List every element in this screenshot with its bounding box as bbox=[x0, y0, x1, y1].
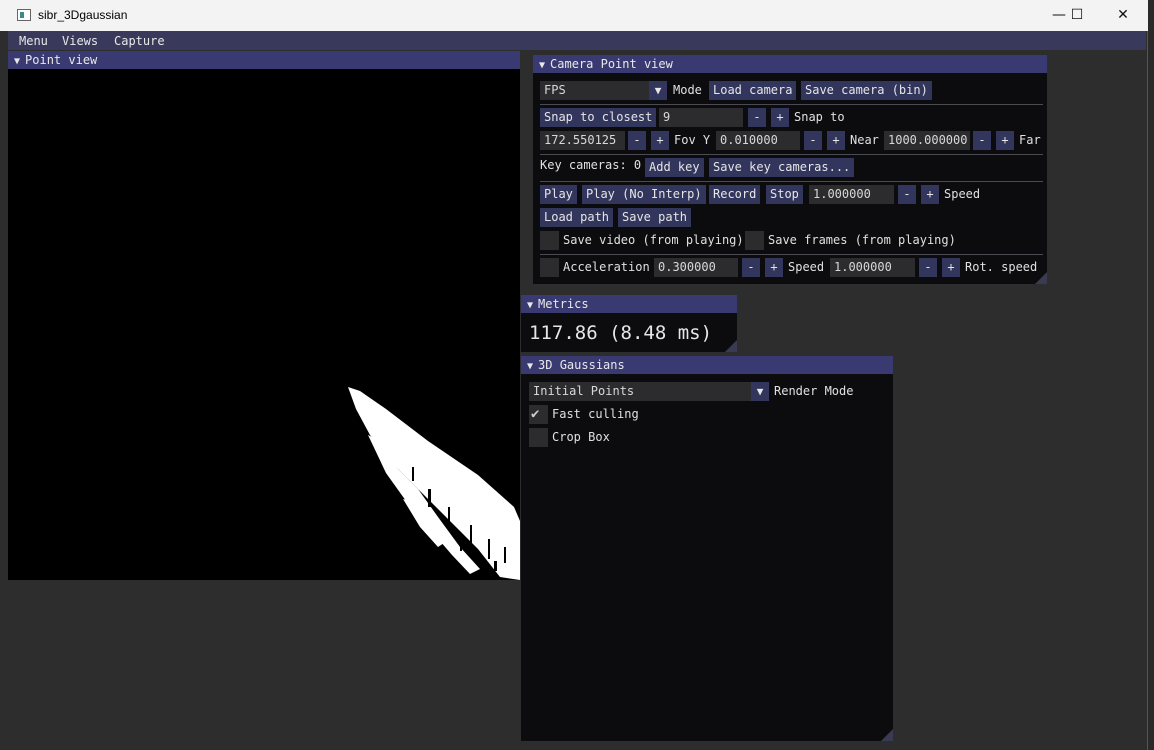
camera-mode-combo[interactable]: FPS bbox=[540, 81, 666, 100]
near-label: Near bbox=[850, 133, 879, 147]
fps-readout: 117.86 (8.48 ms) bbox=[529, 322, 713, 344]
near-decrement-button[interactable]: - bbox=[804, 131, 822, 150]
speed-label: Speed bbox=[944, 187, 981, 201]
collapse-triangle-icon[interactable]: ▼ bbox=[527, 358, 533, 376]
point-cloud-render[interactable] bbox=[8, 69, 520, 580]
crop-box-checkbox[interactable] bbox=[529, 428, 548, 447]
point-view-window: ▼ Point view bbox=[8, 51, 520, 580]
move-speed-label: Speed bbox=[788, 260, 825, 274]
camera-panel-title: Camera Point view bbox=[550, 57, 673, 71]
menu-item-views[interactable]: Views bbox=[62, 34, 98, 48]
acceleration-label: Acceleration bbox=[563, 260, 650, 274]
camera-panel: ▼ Camera Point view FPS ▼ Mode Load camer… bbox=[533, 55, 1047, 284]
metrics-title-bar[interactable]: ▼ Metrics bbox=[521, 295, 737, 313]
snap-decrement-button[interactable]: - bbox=[748, 108, 766, 127]
far-field[interactable]: 1000.000000 bbox=[884, 131, 970, 150]
close-button[interactable]: ✕ bbox=[1100, 0, 1146, 31]
app-window: sibr_3Dgaussian — ☐ ✕ Menu Views Capture… bbox=[0, 0, 1148, 750]
resize-grip[interactable] bbox=[1035, 272, 1047, 284]
play-no-interp-button[interactable]: Play (No Interp) bbox=[582, 185, 706, 204]
menu-item-menu[interactable]: Menu bbox=[19, 34, 48, 48]
save-video-checkbox[interactable] bbox=[540, 231, 559, 250]
menu-bar: Menu Views Capture bbox=[8, 31, 1146, 50]
key-cameras-label: Key cameras: 0 bbox=[540, 158, 642, 172]
collapse-triangle-icon[interactable]: ▼ bbox=[539, 57, 545, 75]
move-speed-decrement-button[interactable]: - bbox=[919, 258, 937, 277]
far-decrement-button[interactable]: - bbox=[973, 131, 991, 150]
load-camera-button[interactable]: Load camera bbox=[709, 81, 797, 100]
acceleration-increment-button[interactable]: + bbox=[765, 258, 783, 277]
app-icon bbox=[17, 9, 31, 21]
speed-increment-button[interactable]: + bbox=[921, 185, 939, 204]
snap-to-closest-button[interactable]: Snap to closest bbox=[540, 108, 657, 127]
acceleration-field[interactable]: 0.300000 bbox=[654, 258, 738, 277]
separator bbox=[540, 181, 1043, 182]
separator bbox=[540, 154, 1043, 155]
load-path-button[interactable]: Load path bbox=[540, 208, 614, 227]
metrics-panel: ▼ Metrics 117.86 (8.48 ms) bbox=[521, 295, 737, 352]
maximize-button[interactable]: ☐ bbox=[1054, 0, 1100, 31]
speed-decrement-button[interactable]: - bbox=[898, 185, 916, 204]
fov-label: Fov Y bbox=[674, 133, 711, 147]
check-mark-icon: ✔ bbox=[531, 406, 540, 422]
resize-grip[interactable] bbox=[881, 729, 893, 741]
menu-item-capture[interactable]: Capture bbox=[114, 34, 165, 48]
near-field[interactable]: 0.010000 bbox=[716, 131, 800, 150]
stop-button[interactable]: Stop bbox=[766, 185, 803, 204]
separator bbox=[540, 104, 1043, 105]
camera-panel-title-bar[interactable]: ▼ Camera Point view bbox=[533, 55, 1047, 73]
snap-index-field[interactable]: 9 bbox=[659, 108, 743, 127]
gaussians-panel: ▼ 3D Gaussians Initial Points ▼ Render Mo… bbox=[521, 356, 893, 741]
fast-culling-label: Fast culling bbox=[552, 407, 639, 421]
empty-dock-area bbox=[8, 580, 520, 741]
fov-field[interactable]: 172.550125 bbox=[540, 131, 625, 150]
save-frames-label: Save frames (from playing) bbox=[768, 233, 956, 247]
fast-culling-checkbox[interactable]: ✔ bbox=[529, 405, 548, 424]
far-label: Far bbox=[1019, 133, 1041, 147]
metrics-title: Metrics bbox=[538, 297, 589, 311]
save-key-cameras-button[interactable]: Save key cameras... bbox=[709, 158, 855, 177]
record-button[interactable]: Record bbox=[709, 185, 761, 204]
window-title-bar[interactable]: sibr_3Dgaussian — ☐ ✕ bbox=[0, 0, 1148, 31]
point-view-title-bar[interactable]: ▼ Point view bbox=[8, 51, 520, 69]
render-mode-combo[interactable]: Initial Points bbox=[529, 382, 769, 401]
move-speed-field[interactable]: 1.000000 bbox=[830, 258, 915, 277]
save-camera-button[interactable]: Save camera (bin) bbox=[801, 81, 932, 100]
collapse-triangle-icon[interactable]: ▼ bbox=[527, 297, 533, 315]
save-path-button[interactable]: Save path bbox=[618, 208, 692, 227]
snap-increment-button[interactable]: + bbox=[771, 108, 789, 127]
snap-to-label: Snap to bbox=[794, 110, 845, 124]
rot-speed-label: Rot. speed bbox=[965, 260, 1038, 274]
add-key-button[interactable]: Add key bbox=[645, 158, 704, 177]
combo-arrow-icon[interactable]: ▼ bbox=[751, 382, 769, 401]
save-video-label: Save video (from playing) bbox=[563, 233, 744, 247]
near-increment-button[interactable]: + bbox=[827, 131, 845, 150]
resize-grip[interactable] bbox=[725, 340, 737, 352]
mode-label: Mode bbox=[673, 83, 702, 97]
gaussians-title: 3D Gaussians bbox=[538, 358, 625, 372]
fov-increment-button[interactable]: + bbox=[651, 131, 669, 150]
playback-speed-field[interactable]: 1.000000 bbox=[809, 185, 894, 204]
far-increment-button[interactable]: + bbox=[996, 131, 1014, 150]
gaussians-title-bar[interactable]: ▼ 3D Gaussians bbox=[521, 356, 893, 374]
move-speed-increment-button[interactable]: + bbox=[942, 258, 960, 277]
render-mode-label: Render Mode bbox=[774, 384, 854, 398]
combo-arrow-icon[interactable]: ▼ bbox=[649, 81, 667, 100]
window-title: sibr_3Dgaussian bbox=[38, 8, 128, 22]
fov-decrement-button[interactable]: - bbox=[628, 131, 646, 150]
acceleration-checkbox[interactable] bbox=[540, 258, 559, 277]
save-frames-checkbox[interactable] bbox=[745, 231, 764, 250]
separator bbox=[540, 254, 1043, 255]
crop-box-label: Crop Box bbox=[552, 430, 610, 444]
point-view-title: Point view bbox=[25, 53, 98, 67]
acceleration-decrement-button[interactable]: - bbox=[742, 258, 760, 277]
play-button[interactable]: Play bbox=[540, 185, 577, 204]
